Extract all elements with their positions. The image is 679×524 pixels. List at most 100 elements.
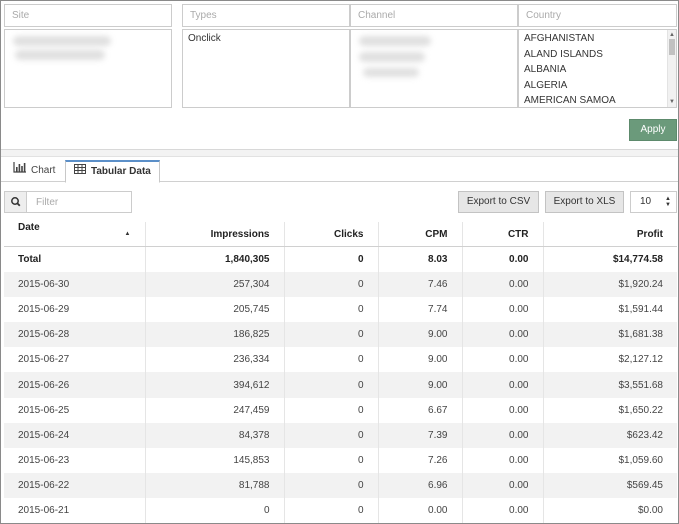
cell-profit: $1,920.24 [543,271,677,297]
page-size-value: 10 [640,196,652,207]
tab-chart[interactable]: Chart [5,160,63,182]
export-xls-button[interactable]: Export to XLS [545,191,624,213]
report-panel: Site Types Onclick Channel Country AFGHA… [0,0,679,524]
filter-input[interactable] [28,192,130,212]
cell-clicks: 0 [284,498,379,523]
cell-clicks: 0 [284,347,379,373]
apply-button[interactable]: Apply [629,119,677,141]
column-header-cpm[interactable]: CPM [378,222,463,247]
cell-date: 2015-06-29 [4,296,146,323]
cell-ctr: 0.00 [462,271,544,297]
cell-impressions: 81,788 [145,473,285,499]
types-option[interactable]: Onclick [183,30,349,46]
cell-cpm: 0.00 [378,498,463,523]
search-button[interactable] [5,192,27,212]
cell-impressions: 247,459 [145,397,285,423]
table-row: 2015-06-28 186,825 0 9.00 0.00 $1,681.38 [4,322,677,348]
column-header-ctr[interactable]: CTR [462,222,544,247]
data-table: Date ▲ Impressions Clicks CPM CTR Profit … [4,222,677,523]
country-option[interactable]: ALGERIA [519,77,676,93]
table-row: 2015-06-23 145,853 0 7.26 0.00 $1,059.60 [4,448,677,474]
cell-ctr: 0.00 [462,347,544,373]
cell-date: 2015-06-30 [4,271,146,297]
channel-filter-input[interactable]: Channel [350,4,518,27]
cell-cpm: 7.74 [378,296,463,323]
column-header-profit[interactable]: Profit [543,222,677,247]
scroll-up-arrow-icon[interactable]: ▲ [669,32,675,38]
cell-profit: $1,591.44 [618,303,664,315]
site-filter-input[interactable]: Site [4,4,172,27]
view-tabs: Chart Tabular Data [1,160,678,183]
cell-impressions: 205,745 [145,296,285,323]
cell-ctr: 0.00 [462,397,544,423]
cell-date: 2015-06-28 [4,322,146,348]
cell-cpm: 9.00 [378,347,463,373]
section-divider [1,149,678,157]
channel-list[interactable] [350,29,518,108]
country-scrollbar[interactable]: ▲ ▼ [667,30,676,107]
cell-profit: $1,650.22 [618,404,664,416]
country-option[interactable]: ALBANIA [519,61,676,77]
total-ctr: 0.00 [462,246,544,272]
cell-profit: $1,059.60 [618,455,664,467]
cell-clicks: 0 [284,271,379,297]
tab-tabular-data[interactable]: Tabular Data [65,160,160,183]
cell-ctr: 0.00 [462,473,544,499]
data-table-container: Date ▲ Impressions Clicks CPM CTR Profit … [4,222,677,523]
total-clicks: 0 [284,246,379,272]
redacted-item [363,68,419,77]
column-header-date[interactable]: Date ▲ [4,222,146,247]
cell-impressions: 236,334 [145,347,285,373]
cell-ctr: 0.00 [462,422,544,448]
cell-date: 2015-06-21 [4,498,146,523]
cell-clicks: 0 [284,448,379,474]
table-row: 2015-06-21 0 0 0.00 0.00 $0.00 [4,498,677,523]
redacted-item [359,52,425,62]
table-row: 2015-06-30 257,304 0 7.46 0.00 $1,920.24 [4,271,677,297]
site-list[interactable] [4,29,172,108]
sort-ascending-icon: ▲ [124,231,131,237]
types-filter-input[interactable]: Types [182,4,350,27]
table-row: 2015-06-26 394,612 0 9.00 0.00 $3,551.68 [4,372,677,398]
cell-cpm: 6.67 [378,397,463,423]
cell-profit: $0.00 [637,505,663,517]
cell-date: 2015-06-22 [4,473,146,499]
redacted-item [13,36,111,46]
table-row: 2015-06-22 81,788 0 6.96 0.00 $569.45 [4,473,677,499]
country-option[interactable]: AMERICAN SAMOA [519,92,676,108]
cell-clicks: 0 [284,322,379,348]
site-filter: Site [4,4,172,108]
types-filter: Types Onclick [182,4,350,108]
tab-tabular-data-label: Tabular Data [91,166,151,178]
cell-profit: $623.42 [543,422,677,448]
cell-impressions: 84,378 [145,422,285,448]
cell-clicks: 0 [284,372,379,398]
table-icon [74,162,86,181]
column-header-impressions[interactable]: Impressions [145,222,285,247]
scroll-thumb[interactable] [669,39,675,55]
country-option[interactable]: AFGHANISTAN [519,30,676,46]
channel-filter: Channel [350,4,518,108]
country-list[interactable]: AFGHANISTAN ALAND ISLANDS ALBANIA ALGERI… [518,29,677,108]
column-header-clicks[interactable]: Clicks [284,222,379,247]
tab-chart-label: Chart [31,165,56,177]
cell-cpm: 9.00 [378,372,463,398]
country-filter-input[interactable]: Country [518,4,677,27]
cell-profit: $1,681.38 [543,322,677,348]
redacted-item [359,36,431,46]
cell-cpm: 7.39 [378,422,463,448]
cell-impressions: 145,853 [145,448,285,474]
page-size-select[interactable]: 10 ▲ ▼ [630,191,677,213]
cell-ctr: 0.00 [462,372,544,398]
cell-clicks: 0 [284,473,379,499]
types-list[interactable]: Onclick [182,29,350,108]
cell-date: 2015-06-25 [4,397,146,423]
scroll-down-arrow-icon[interactable]: ▼ [669,99,675,105]
total-row: Total 1,840,305 0 8.03 0.00 $14,774.58 [4,246,677,272]
export-csv-button[interactable]: Export to CSV [458,191,539,213]
country-option[interactable]: ALAND ISLANDS [519,46,676,62]
table-filter [4,191,132,213]
cell-impressions: 394,612 [145,372,285,398]
cell-ctr: 0.00 [462,498,544,523]
cell-ctr: 0.00 [462,296,544,323]
